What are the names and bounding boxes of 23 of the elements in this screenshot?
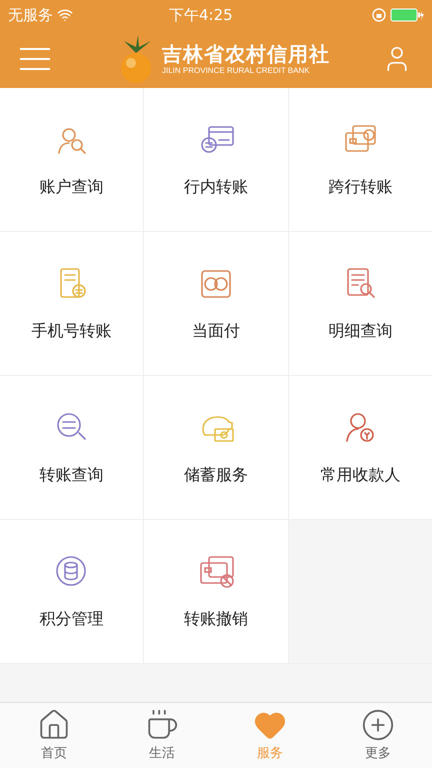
menu-button[interactable] (20, 48, 50, 70)
bank-subtitle: JILIN PROVINCE RURAL CREDIT BANK (162, 66, 311, 76)
rotation-lock-icon (372, 8, 386, 22)
service-tile[interactable]: 储蓄服务 (144, 376, 288, 519)
bank-name: 吉林省农村信用社 (162, 42, 330, 66)
tab-button[interactable]: 更多 (324, 703, 432, 768)
service-tile[interactable]: 行内转账 (144, 88, 288, 231)
tab-button[interactable]: 生活 (108, 703, 216, 768)
service-tile[interactable]: 常用收款人 (288, 376, 432, 519)
service-tile[interactable]: 跨行转账 (288, 88, 432, 231)
service-tile[interactable]: 转账撤销 (144, 520, 288, 663)
service-tile[interactable]: 账户查询 (0, 88, 144, 231)
service-tile[interactable]: 转账查询 (0, 376, 144, 519)
service-tile[interactable]: 明细查询 (288, 232, 432, 375)
clock-text: 下午4:25 (169, 4, 233, 26)
battery-icon (390, 8, 424, 22)
service-tile[interactable]: 积分管理 (0, 520, 144, 663)
wifi-icon (57, 7, 73, 23)
service-tile[interactable]: 手机号转账 (0, 232, 144, 375)
service-tile[interactable]: 当面付 (144, 232, 288, 375)
carrier-text: 无服务 (8, 4, 53, 26)
plus-circle-icon (361, 708, 395, 742)
tab-button[interactable]: 首页 (0, 703, 108, 768)
